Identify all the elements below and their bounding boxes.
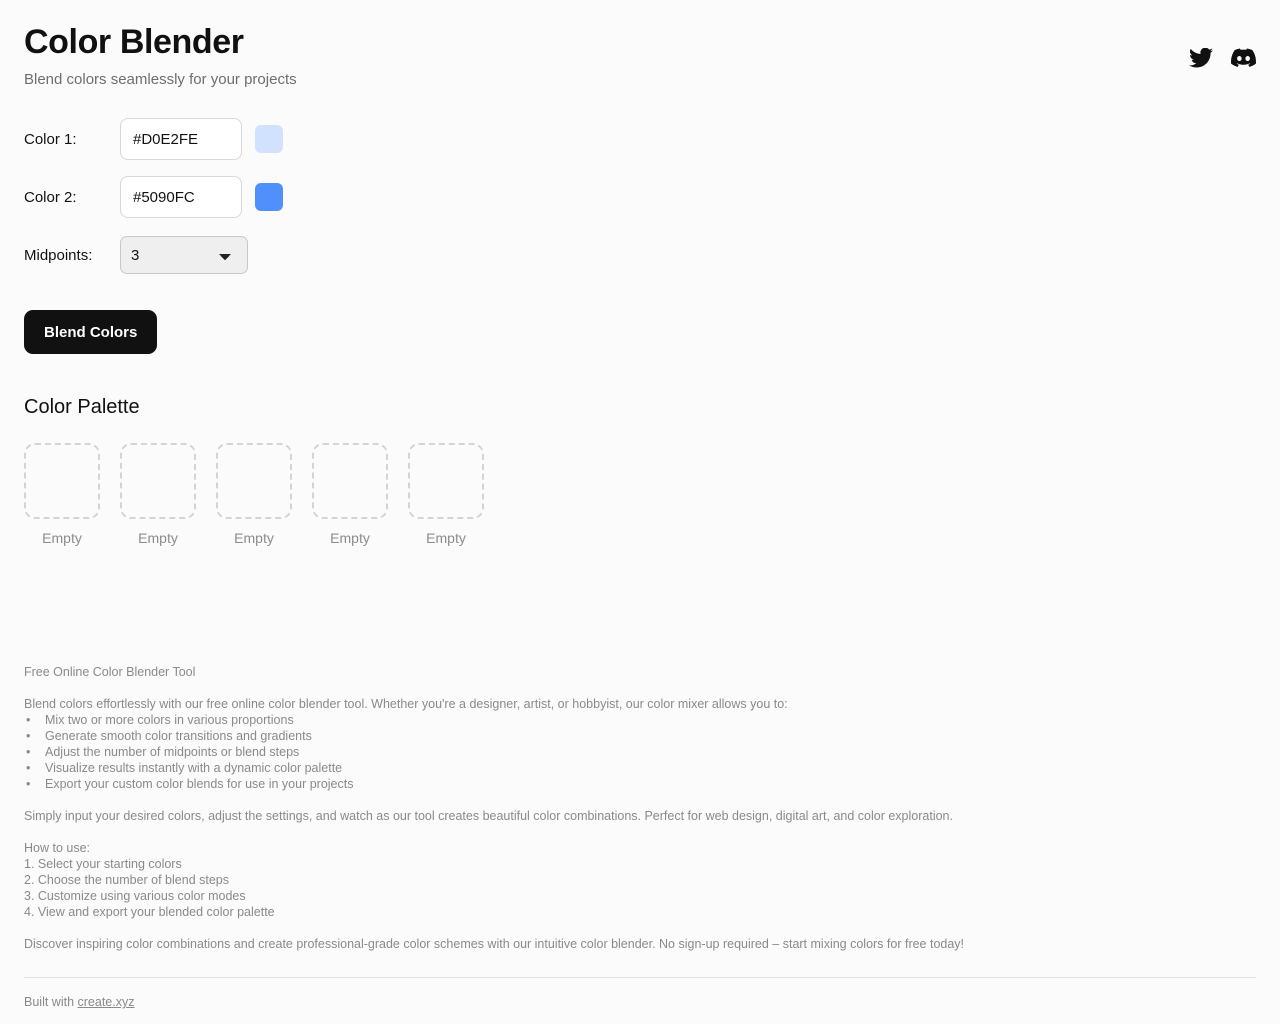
- social-links: [1189, 47, 1256, 68]
- palette-slot[interactable]: Empty: [120, 443, 196, 546]
- seo-heading: Free Online Color Blender Tool: [24, 665, 196, 679]
- color1-row: Color 1:: [24, 116, 1256, 162]
- midpoints-row: Midpoints: 12345678910: [24, 232, 1256, 278]
- color1-swatch[interactable]: [255, 125, 283, 153]
- midpoints-select[interactable]: 12345678910: [120, 236, 248, 274]
- seo-summary: Simply input your desired colors, adjust…: [24, 809, 953, 823]
- palette-caption: Empty: [138, 530, 178, 546]
- discord-icon: [1231, 48, 1256, 72]
- how-to-step: 1. Select your starting colors: [24, 857, 182, 871]
- palette-caption: Empty: [330, 530, 370, 546]
- built-with-label: Built with: [24, 995, 75, 1009]
- palette-swatch-box[interactable]: [408, 443, 484, 519]
- palette-caption: Empty: [42, 530, 82, 546]
- how-to-step: 2. Choose the number of blend steps: [24, 873, 229, 887]
- seo-feature-item: Visualize results instantly with a dynam…: [24, 760, 1256, 776]
- seo-feature-item: Generate smooth color transitions and gr…: [24, 728, 1256, 744]
- palette-swatch-box[interactable]: [24, 443, 100, 519]
- seo-content: Free Online Color Blender Tool Blend col…: [24, 664, 1256, 952]
- seo-intro: Blend colors effortlessly with our free …: [24, 697, 788, 711]
- color1-label: Color 1:: [24, 130, 77, 148]
- palette-slot[interactable]: Empty: [408, 443, 484, 546]
- seo-feature-list: Mix two or more colors in various propor…: [24, 712, 1256, 792]
- blend-colors-button[interactable]: Blend Colors: [24, 310, 158, 354]
- twitter-icon: [1189, 47, 1213, 72]
- color1-input[interactable]: [120, 118, 242, 160]
- seo-feature-item: Adjust the number of midpoints or blend …: [24, 744, 1256, 760]
- discord-link[interactable]: [1231, 48, 1256, 68]
- create-xyz-link[interactable]: create.xyz: [78, 995, 135, 1009]
- palette-caption: Empty: [234, 530, 274, 546]
- palette-slot[interactable]: Empty: [24, 443, 100, 546]
- palette-list: Empty Empty Empty Empty Empty: [24, 443, 1256, 546]
- palette-caption: Empty: [426, 530, 466, 546]
- palette-title: Color Palette: [24, 396, 140, 418]
- seo-feature-item: Export your custom color blends for use …: [24, 776, 1256, 792]
- palette-slot[interactable]: Empty: [312, 443, 388, 546]
- color-palette-section: Color Palette Empty Empty Empty Empty Em…: [24, 396, 1256, 546]
- how-to-step: 4. View and export your blended color pa…: [24, 905, 275, 919]
- page-header: Color Blender Blend colors seamlessly fo…: [24, 0, 1256, 90]
- how-to-step: 3. Customize using various color modes: [24, 889, 246, 903]
- seo-closing: Discover inspiring color combinations an…: [24, 937, 965, 951]
- palette-slot[interactable]: Empty: [216, 443, 292, 546]
- palette-swatch-box[interactable]: [312, 443, 388, 519]
- palette-swatch-box[interactable]: [120, 443, 196, 519]
- page-title: Color Blender: [24, 23, 244, 61]
- page-root: Color Blender Blend colors seamlessly fo…: [0, 0, 1280, 1024]
- color2-row: Color 2:: [24, 174, 1256, 220]
- how-to-heading: How to use:: [24, 841, 91, 855]
- color2-swatch[interactable]: [255, 183, 283, 211]
- color2-label: Color 2:: [24, 188, 77, 206]
- footer-divider: [24, 977, 1256, 978]
- seo-feature-item: Mix two or more colors in various propor…: [24, 712, 1256, 728]
- footer: Built with create.xyz: [24, 995, 1256, 1009]
- twitter-link[interactable]: [1189, 47, 1213, 68]
- page-subtitle: Blend colors seamlessly for your project…: [24, 71, 297, 88]
- color2-input[interactable]: [120, 176, 242, 218]
- palette-swatch-box[interactable]: [216, 443, 292, 519]
- midpoints-label: Midpoints:: [24, 246, 93, 264]
- blend-controls: Color 1: Color 2: Midpoints: 12345678910…: [24, 116, 1256, 354]
